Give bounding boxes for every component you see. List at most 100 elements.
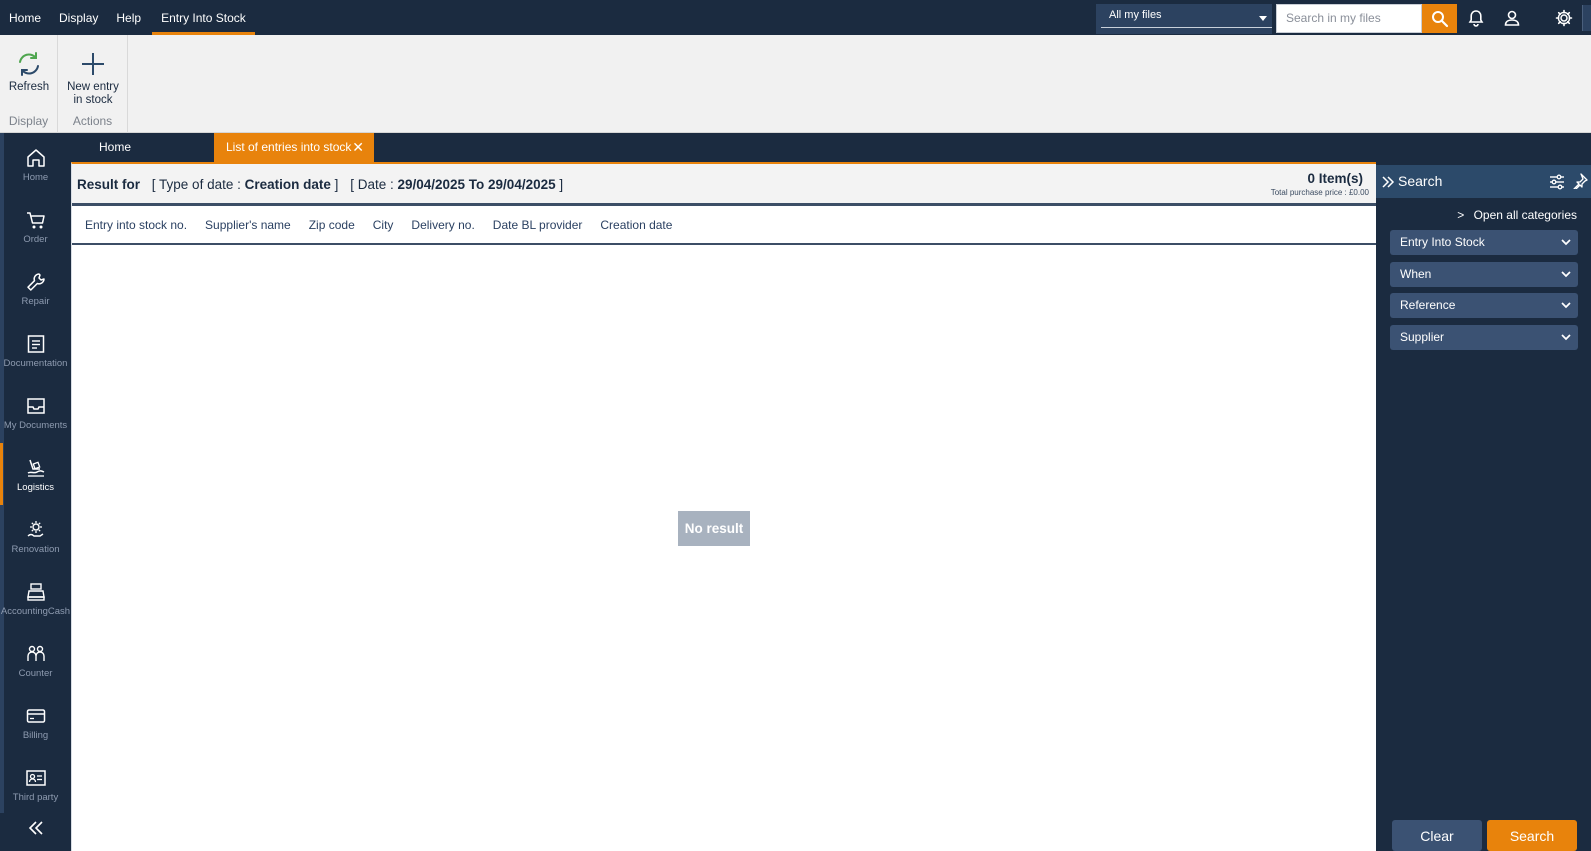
date-type-value: Creation date xyxy=(244,177,331,192)
column-zip-code[interactable]: Zip code xyxy=(309,218,355,232)
chevron-down-icon xyxy=(1561,302,1571,309)
open-all-label: Open all categories xyxy=(1473,208,1577,222)
ribbon-group-label-actions: Actions xyxy=(72,114,113,128)
chevron-down-icon xyxy=(1561,239,1571,246)
sidebar-item-renovation[interactable]: Renovation xyxy=(0,505,71,567)
wrench-icon xyxy=(26,273,45,291)
double-chevron-left-icon xyxy=(28,821,43,835)
id-card-icon xyxy=(25,770,46,786)
cart-icon xyxy=(26,212,45,229)
menu-display[interactable]: Display xyxy=(50,0,107,35)
sidebar-item-order[interactable]: Order xyxy=(0,195,71,257)
new-entry-label-line2: in stock xyxy=(73,94,113,106)
top-menu: Home Display Help Entry Into Stock xyxy=(0,0,255,35)
sidebar-item-label: Home xyxy=(22,172,49,183)
column-delivery-no[interactable]: Delivery no. xyxy=(411,218,474,232)
ribbon-group-label-display: Display xyxy=(8,114,49,128)
user-button[interactable] xyxy=(1501,7,1523,29)
close-icon[interactable]: ✕ xyxy=(352,133,364,162)
collapse-sidebar-button[interactable] xyxy=(26,818,46,843)
result-criteria: Result for [ Type of date : Creation dat… xyxy=(77,177,563,192)
sidebar-item-accountingcash[interactable]: AccountingCash xyxy=(0,567,71,629)
settings-button[interactable] xyxy=(1553,7,1575,29)
category-supplier[interactable]: Supplier xyxy=(1390,325,1578,350)
new-entry-label-line1: New entry xyxy=(67,81,119,93)
sidebar-item-counter[interactable]: Counter xyxy=(0,629,71,691)
double-chevron-right-icon xyxy=(1382,176,1395,188)
category-reference[interactable]: Reference xyxy=(1390,293,1578,318)
sliders-icon xyxy=(1550,174,1564,190)
sidebar-item-label: Repair xyxy=(21,296,50,307)
logistics-icon xyxy=(27,459,44,477)
global-search-input[interactable]: Search in my files xyxy=(1276,4,1422,33)
column-creation-date[interactable]: Creation date xyxy=(600,218,672,232)
sidebar-item-label: Billing xyxy=(22,730,49,741)
results-area: Result for [ Type of date : Creation dat… xyxy=(71,162,1377,851)
menu-entry-into-stock[interactable]: Entry Into Stock xyxy=(152,0,255,35)
people-icon xyxy=(26,645,45,661)
new-entry-in-stock-button[interactable]: New entry in stock xyxy=(64,51,122,107)
menu-home[interactable]: Home xyxy=(0,0,50,35)
ribbon: Refresh Display New entry in stock Actio… xyxy=(0,35,1591,133)
pin-icon xyxy=(1573,173,1588,191)
item-count: 0 Item(s) xyxy=(1307,171,1363,186)
gear-icon xyxy=(1555,9,1573,27)
sidebar-item-billing[interactable]: Billing xyxy=(0,691,71,753)
category-when[interactable]: When xyxy=(1390,262,1578,287)
ribbon-group-display: Refresh Display xyxy=(0,35,58,133)
cash-register-icon xyxy=(26,583,45,601)
refresh-label: Refresh xyxy=(8,81,50,93)
file-scope-select[interactable]: All my files xyxy=(1096,4,1272,34)
open-all-categories-link[interactable]: > Open all categories xyxy=(1457,208,1577,222)
sidebar-item-label: AccountingCash xyxy=(0,606,71,617)
result-header: Result for [ Type of date : Creation dat… xyxy=(72,164,1377,206)
more-menu-button[interactable] xyxy=(1582,5,1591,31)
column-city[interactable]: City xyxy=(373,218,394,232)
date-label: [ Date : xyxy=(350,177,394,192)
document-icon xyxy=(27,335,44,353)
date-type-label: [ Type of date : xyxy=(151,177,241,192)
left-sidebar: Home Order Repair Documentation My Docum… xyxy=(0,133,71,851)
global-search-button[interactable] xyxy=(1422,4,1457,33)
notifications-button[interactable] xyxy=(1465,7,1487,29)
category-entry-into-stock[interactable]: Entry Into Stock xyxy=(1390,230,1578,255)
sidebar-item-home[interactable]: Home xyxy=(0,133,71,195)
pin-panel-button[interactable] xyxy=(1572,173,1588,192)
search-icon xyxy=(1431,10,1448,27)
sidebar-item-label: Logistics xyxy=(17,482,54,493)
column-supplier-name[interactable]: Supplier's name xyxy=(205,218,291,232)
ribbon-group-actions: New entry in stock Actions xyxy=(58,35,128,133)
search-button[interactable]: Search xyxy=(1487,820,1577,851)
dropdown-caret-icon xyxy=(1259,16,1267,21)
category-label: Reference xyxy=(1400,298,1456,312)
column-date-bl-provider[interactable]: Date BL provider xyxy=(493,218,583,232)
sidebar-item-repair[interactable]: Repair xyxy=(0,257,71,319)
search-panel-title: Search xyxy=(1398,173,1443,189)
result-for-label: Result for xyxy=(77,177,141,192)
bell-icon xyxy=(1468,10,1484,27)
sidebar-item-label: Counter xyxy=(18,668,53,679)
sidebar-item-label: Order xyxy=(23,234,48,245)
collapse-panel-button[interactable] xyxy=(1381,175,1395,192)
sidebar-item-documentation[interactable]: Documentation xyxy=(0,319,71,381)
sidebar-item-third-party[interactable]: Third party xyxy=(0,753,71,815)
user-icon xyxy=(1504,10,1520,26)
clear-button[interactable]: Clear xyxy=(1392,820,1482,851)
date-type-close: ] xyxy=(334,177,339,192)
filter-settings-button[interactable] xyxy=(1548,173,1566,194)
tab-list-of-entries-into-stock[interactable]: List of entries into stock ✕ xyxy=(214,133,374,162)
select-underline xyxy=(1101,27,1272,28)
sidebar-item-label: Third party xyxy=(12,792,59,803)
menu-help[interactable]: Help xyxy=(107,0,150,35)
sidebar-item-my-documents[interactable]: My Documents xyxy=(0,381,71,443)
refresh-button[interactable]: Refresh xyxy=(8,51,50,94)
category-label: Entry Into Stock xyxy=(1400,235,1485,249)
sidebar-item-logistics[interactable]: Logistics xyxy=(0,443,71,505)
plus-icon xyxy=(82,53,104,75)
search-panel: Search > Open all categories Entry Into … xyxy=(1376,162,1591,851)
tab-home[interactable]: Home xyxy=(99,133,159,162)
column-entry-into-stock-no[interactable]: Entry into stock no. xyxy=(85,218,187,232)
top-bar: Home Display Help Entry Into Stock All m… xyxy=(0,0,1591,35)
sidebar-item-label: My Documents xyxy=(3,420,68,431)
sidebar-item-label: Documentation xyxy=(3,358,68,369)
